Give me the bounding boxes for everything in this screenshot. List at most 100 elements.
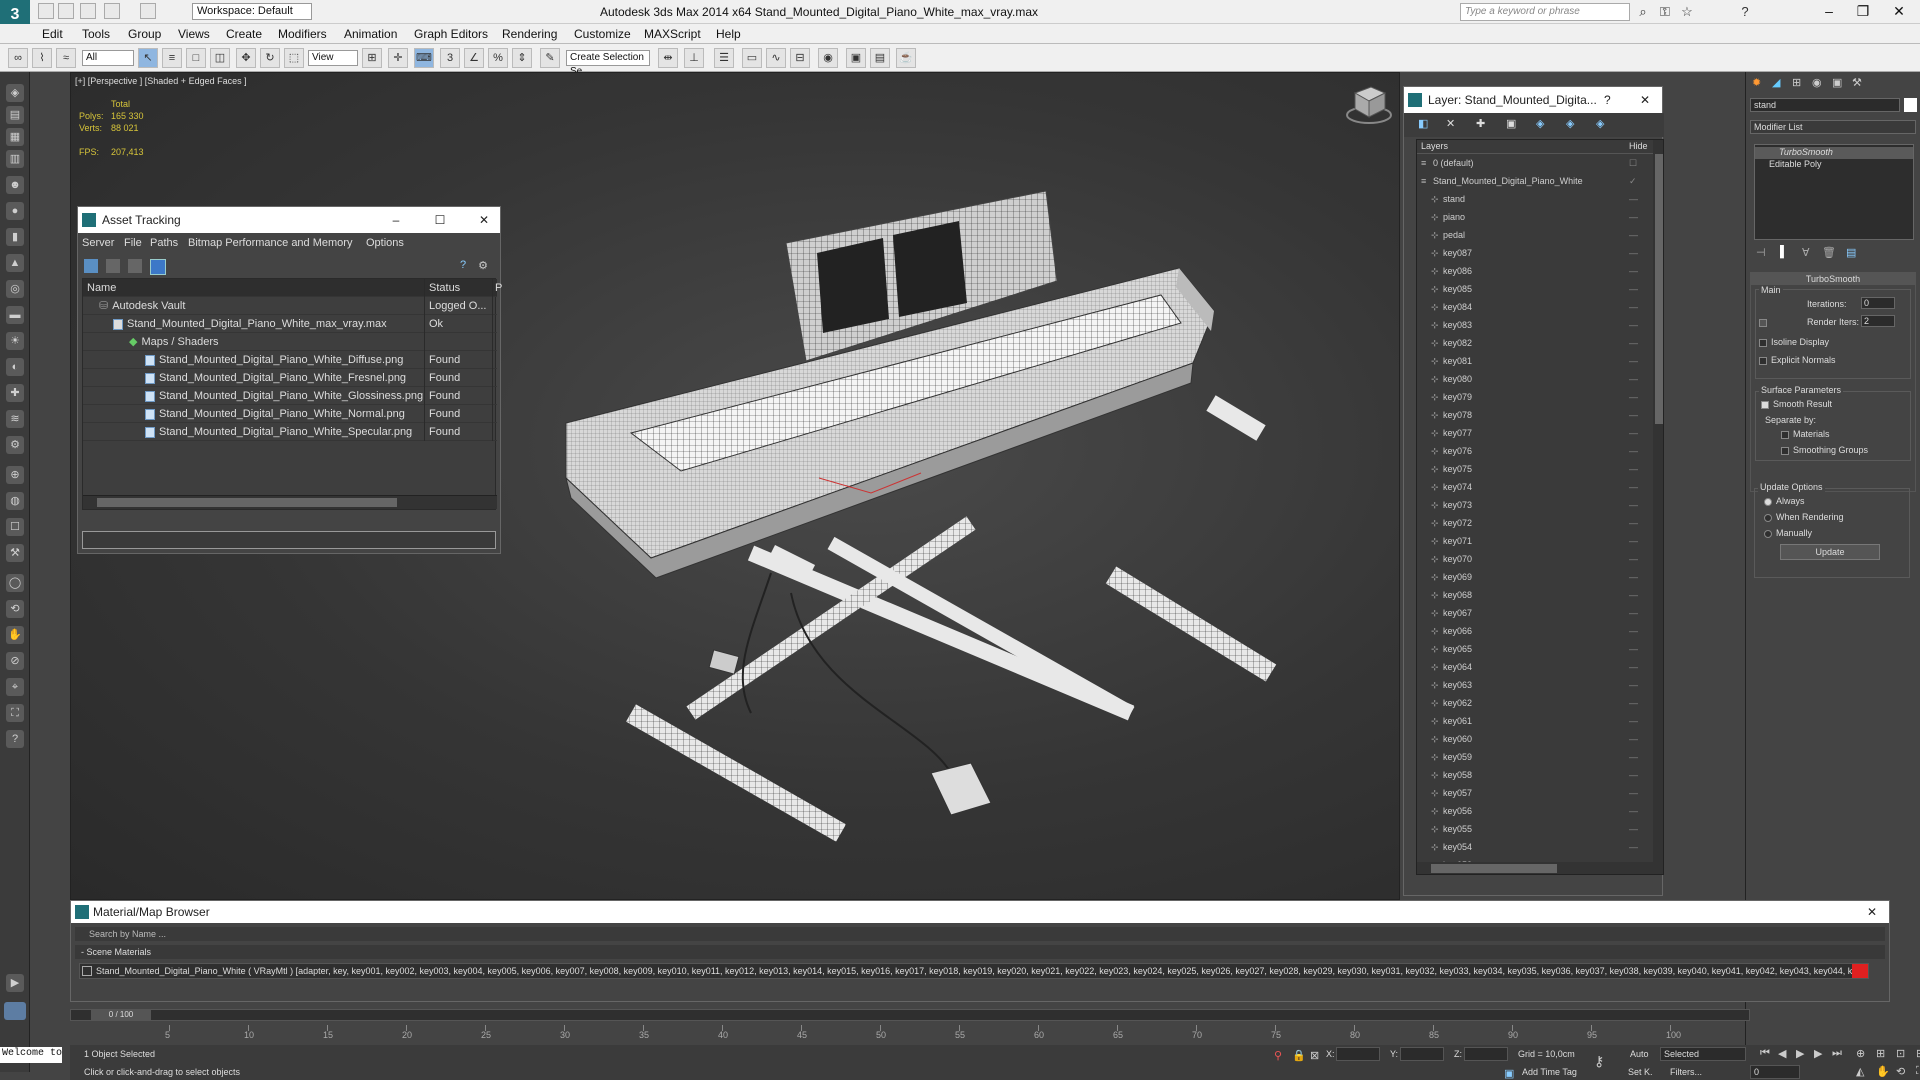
- schematic-view-icon[interactable]: ⊟: [790, 48, 810, 68]
- layer-item[interactable]: ⊹ key084 —: [1417, 298, 1653, 316]
- show-end-result-icon[interactable]: ▌: [1780, 246, 1788, 258]
- materials-checkbox[interactable]: [1781, 430, 1789, 439]
- update-button[interactable]: Update: [1780, 544, 1880, 560]
- key-icon[interactable]: ⚿: [1656, 3, 1674, 21]
- search-input[interactable]: Type a keyword or phrase: [1460, 3, 1630, 21]
- zoom-extents-icon[interactable]: ⊡: [1896, 1047, 1905, 1060]
- light-icon[interactable]: ☀: [6, 332, 24, 350]
- undo-icon[interactable]: [104, 3, 120, 19]
- scrollbar-thumb[interactable]: [97, 498, 397, 507]
- set-key-icon[interactable]: ⚷: [1594, 1053, 1604, 1070]
- hide-toggle-icon[interactable]: —: [1629, 802, 1638, 820]
- smooth-result-checkbox[interactable]: [1761, 400, 1769, 409]
- hide-toggle-icon[interactable]: —: [1629, 334, 1638, 352]
- asset-menu-options[interactable]: Options: [366, 237, 404, 249]
- add-layer-icon[interactable]: ✚: [1476, 117, 1485, 130]
- layer-item[interactable]: ≡ Stand_Mounted_Digital_Piano_White ✓: [1417, 172, 1653, 190]
- table-row[interactable]: Stand_Mounted_Digital_Piano_White_Glossi…: [83, 387, 497, 405]
- time-slider-track[interactable]: 0 / 100: [70, 1009, 1750, 1021]
- rectangular-selection-icon[interactable]: □: [186, 48, 206, 68]
- table-view-icon[interactable]: [128, 259, 142, 273]
- make-unique-icon[interactable]: ∀: [1802, 246, 1810, 259]
- layer-item[interactable]: ⊹ key056 —: [1417, 802, 1653, 820]
- layer-item[interactable]: ⊹ key082 —: [1417, 334, 1653, 352]
- hierarchy-icon[interactable]: ⊕: [6, 466, 24, 484]
- layer-explorer-icon[interactable]: ☰: [714, 48, 734, 68]
- iterations-spinner[interactable]: 0: [1861, 297, 1895, 309]
- pin-stack-icon[interactable]: ⊣: [1756, 246, 1766, 259]
- spacewarp-icon[interactable]: ≋: [6, 410, 24, 428]
- align-icon[interactable]: ⊥: [684, 48, 704, 68]
- table-row[interactable]: Stand_Mounted_Digital_Piano_White_Fresne…: [83, 369, 497, 387]
- angle-snap-icon[interactable]: ∠: [464, 48, 484, 68]
- fov-icon[interactable]: ⌖: [6, 678, 24, 696]
- layer-item[interactable]: ⊹ key086 —: [1417, 262, 1653, 280]
- configure-modifier-sets-icon[interactable]: ▤: [1846, 246, 1856, 259]
- asset-menu-bitmap[interactable]: Bitmap Performance and Memory: [188, 237, 352, 249]
- new-file-icon[interactable]: [38, 3, 54, 19]
- lock-icon[interactable]: 🔒: [1292, 1049, 1306, 1062]
- zoom-all-icon[interactable]: ⊞: [1876, 1047, 1885, 1060]
- rendered-frame-window-icon[interactable]: ▤: [870, 48, 890, 68]
- menu-create[interactable]: Create: [226, 27, 262, 41]
- layer-item[interactable]: ⊹ key080 —: [1417, 370, 1653, 388]
- hide-toggle-icon[interactable]: —: [1629, 820, 1638, 838]
- menu-rendering[interactable]: Rendering: [502, 27, 557, 41]
- grid-view-icon[interactable]: [150, 259, 166, 275]
- freeform-icon[interactable]: ▤: [6, 106, 24, 124]
- hide-toggle-icon[interactable]: —: [1629, 514, 1638, 532]
- zoom-icon[interactable]: ⊘: [6, 652, 24, 670]
- maximize-viewport-icon[interactable]: ⛶: [6, 704, 24, 722]
- layer-item[interactable]: ⊹ key081 —: [1417, 352, 1653, 370]
- pan-icon[interactable]: ✋: [6, 626, 24, 644]
- object-color-swatch[interactable]: [1904, 98, 1917, 112]
- layer-item[interactable]: ⊹ key062 —: [1417, 694, 1653, 712]
- mirror-icon[interactable]: ⇹: [658, 48, 678, 68]
- auto-key-button[interactable]: Auto: [1630, 1049, 1649, 1059]
- pivot-center-icon[interactable]: ⊞: [362, 48, 382, 68]
- material-search-input[interactable]: Search by Name ...: [75, 927, 1885, 941]
- selection-filter-dropdown[interactable]: All: [82, 50, 134, 66]
- viewcube[interactable]: [1346, 86, 1392, 124]
- always-radio[interactable]: [1764, 497, 1772, 506]
- hide-toggle-icon[interactable]: —: [1629, 298, 1638, 316]
- layer-item[interactable]: ⊹ key066 —: [1417, 622, 1653, 640]
- utilities-icon[interactable]: ⚒: [6, 544, 24, 562]
- column-layers[interactable]: Layers: [1421, 141, 1448, 151]
- utilities-tab-icon[interactable]: ⚒: [1852, 76, 1862, 89]
- rollout-title[interactable]: TurboSmooth: [1751, 273, 1915, 285]
- plane-icon[interactable]: ▬: [6, 306, 24, 324]
- hide-toggle-icon[interactable]: —: [1629, 352, 1638, 370]
- isoline-checkbox[interactable]: [1759, 338, 1767, 347]
- modifier-list-dropdown[interactable]: Modifier List: [1750, 120, 1916, 134]
- layer-item[interactable]: ⊹ stand —: [1417, 190, 1653, 208]
- sphere-icon[interactable]: ●: [6, 202, 24, 220]
- maximize-icon[interactable]: ☐: [430, 207, 450, 233]
- zoom-extents-all-icon[interactable]: ⊟: [1916, 1047, 1920, 1060]
- layer-item[interactable]: ⊹ key060 —: [1417, 730, 1653, 748]
- asset-menu-paths[interactable]: Paths: [150, 237, 178, 249]
- table-row[interactable]: Stand_Mounted_Digital_Piano_White_Specul…: [83, 423, 497, 441]
- systems-icon[interactable]: ⚙: [6, 436, 24, 454]
- column-name[interactable]: Name: [83, 279, 425, 297]
- hide-toggle-icon[interactable]: —: [1629, 712, 1638, 730]
- layer-item[interactable]: ⊹ key071 —: [1417, 532, 1653, 550]
- hide-toggle-icon[interactable]: —: [1629, 532, 1638, 550]
- current-frame-field[interactable]: 0: [1750, 1065, 1800, 1079]
- keyboard-shortcut-override-icon[interactable]: ⌨: [414, 48, 434, 68]
- layer-settings-icon[interactable]: ◈: [1596, 117, 1604, 130]
- menu-views[interactable]: Views: [178, 27, 210, 41]
- layer-item[interactable]: ⊹ key059 —: [1417, 748, 1653, 766]
- hide-toggle-icon[interactable]: —: [1629, 208, 1638, 226]
- layer-item[interactable]: ⊹ key077 —: [1417, 424, 1653, 442]
- material-entry[interactable]: Stand_Mounted_Digital_Piano_White ( VRay…: [79, 963, 1869, 979]
- layer-item[interactable]: ⊹ key064 —: [1417, 658, 1653, 676]
- redo-icon[interactable]: [140, 3, 156, 19]
- layer-item[interactable]: ⊹ piano —: [1417, 208, 1653, 226]
- layer-item[interactable]: ⊹ key054 —: [1417, 838, 1653, 856]
- display-tab-icon[interactable]: ▣: [1832, 76, 1842, 89]
- hide-toggle-icon[interactable]: —: [1629, 640, 1638, 658]
- menu-group[interactable]: Group: [128, 27, 161, 41]
- layer-item[interactable]: ⊹ key087 —: [1417, 244, 1653, 262]
- binoculars-icon[interactable]: ⌕: [1634, 3, 1652, 21]
